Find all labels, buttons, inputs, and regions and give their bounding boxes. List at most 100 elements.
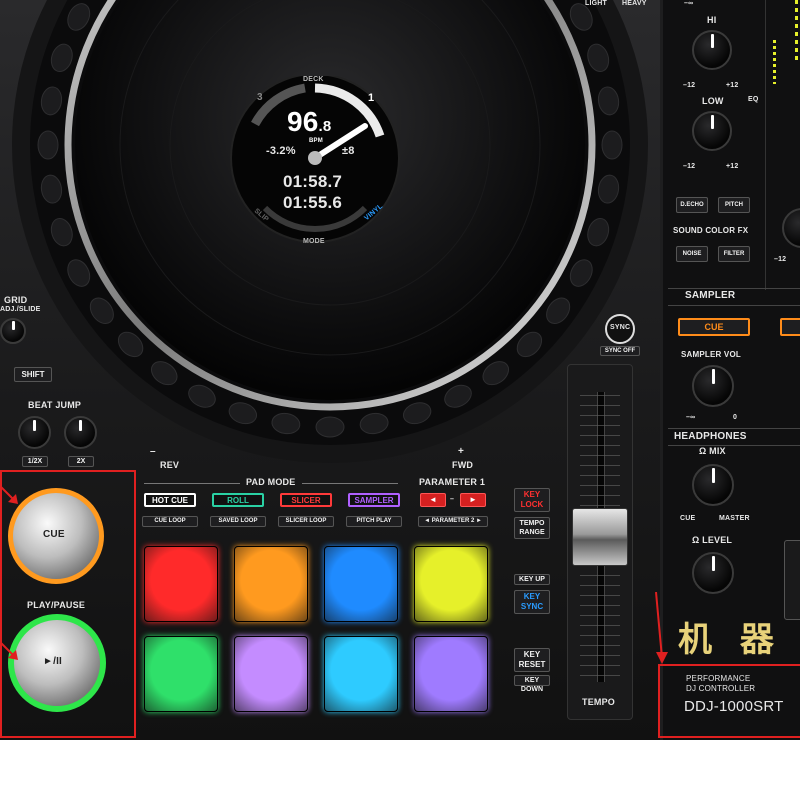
rev-minus: – <box>150 446 156 457</box>
grid-label: GRID <box>4 295 28 305</box>
headphones-master-label: MASTER <box>719 515 750 522</box>
sound-color-noise-button[interactable]: NOISE <box>676 246 708 262</box>
eq-label: EQ <box>748 96 759 103</box>
parameter1-label: PARAMETER 1 <box>419 477 486 487</box>
key-reset-button[interactable]: KEY RESET <box>514 648 550 672</box>
neg-inf-top-label: –∞ <box>684 0 694 7</box>
eq-hi-max: +12 <box>726 82 739 89</box>
annotation-arrow-cue <box>0 485 18 504</box>
rev-label: REV <box>160 460 180 470</box>
sound-color-fx-label: SOUND COLOR FX <box>673 226 749 235</box>
eq-hi-knob[interactable] <box>692 30 732 70</box>
eq-low-knob[interactable] <box>692 111 732 151</box>
bpm-value: 96.8 <box>287 106 331 138</box>
key-sync-button[interactable]: KEY SYNC <box>514 590 550 614</box>
sound-color-echo-button[interactable]: D.ECHO <box>676 197 708 213</box>
bpm-integer: 96 <box>287 106 319 137</box>
sync-off-label: SYNC OFF <box>600 346 640 356</box>
tempo-fader-handle[interactable] <box>572 508 628 566</box>
tempo-range-button[interactable]: TEMPO RANGE <box>514 517 550 539</box>
watermark-text: 机 器 <box>678 620 782 660</box>
eq-low-min: –12 <box>683 163 696 170</box>
input-selector-partial[interactable] <box>784 540 800 620</box>
light-label: LIGHT <box>585 0 607 7</box>
pad-mode-button-sampler[interactable]: SAMPLER <box>348 493 400 507</box>
jog-dimple <box>315 416 345 438</box>
mixer-rule-2 <box>668 305 800 306</box>
beat-jump-half-button[interactable] <box>18 416 51 449</box>
performance-pad[interactable] <box>234 636 308 712</box>
performance-pad[interactable] <box>324 636 398 712</box>
deck-label: DECK <box>303 76 324 83</box>
pad-mode-sub-label: SAVED LOOP <box>210 516 266 527</box>
fwd-plus: + <box>458 446 465 457</box>
remaining-time: 01:55.6 <box>283 193 343 212</box>
play-pause-glyph: ►/II <box>43 656 63 667</box>
performance-pad[interactable] <box>324 546 398 622</box>
sampler-vol-min: –∞ <box>686 414 696 421</box>
performance-pad[interactable] <box>144 546 218 622</box>
key-up-button[interactable]: KEY UP <box>514 574 550 585</box>
channel-meter-yellow <box>773 40 776 84</box>
headphones-mix-knob[interactable] <box>692 464 734 506</box>
sound-color-filter-button[interactable]: FILTER <box>718 246 750 262</box>
pad-mode-line <box>144 483 240 484</box>
performance-pad[interactable] <box>144 636 218 712</box>
fwd-label: FWD <box>452 460 474 470</box>
headphones-level-text: LEVEL <box>702 535 733 545</box>
sampler-cue-button-right[interactable] <box>780 318 800 336</box>
bpm-decimal: .8 <box>318 118 332 135</box>
headphones-mix-text: MIX <box>709 446 726 456</box>
right-edge-meter <box>795 0 798 60</box>
mode-label: MODE <box>303 238 325 245</box>
tempo-range-readout: ±8 <box>342 145 355 157</box>
pad-mode-button-slicer[interactable]: SLICER <box>280 493 332 507</box>
eq-low-max: +12 <box>726 163 739 170</box>
shift-button[interactable]: SHIFT <box>14 367 52 382</box>
eq-low-label: LOW <box>702 96 724 106</box>
play-pause-label: PLAY/PAUSE <box>27 600 86 610</box>
sampler-vol-max: 0 <box>733 414 738 421</box>
pad-mode-line-right <box>302 483 398 484</box>
beat-jump-double-button[interactable] <box>64 416 97 449</box>
parameter-left-button[interactable]: ◄ <box>420 493 446 507</box>
parameter-right-button[interactable]: ► <box>460 493 486 507</box>
pad-mode-button-hot-cue[interactable]: HOT CUE <box>144 493 196 507</box>
deck-num-left: 3 <box>257 92 263 103</box>
beat-jump-label: BEAT JUMP <box>28 400 82 410</box>
performance-pad[interactable] <box>414 636 488 712</box>
beat-jump-double-label: 2X <box>68 456 94 467</box>
eq-hi-min: –12 <box>683 82 696 89</box>
pad-mode-sub-label: CUE LOOP <box>142 516 198 527</box>
headphones-level-knob[interactable] <box>692 552 734 594</box>
grid-sub-label: ADJ./SLIDE <box>0 306 41 313</box>
deck-num-right: 1 <box>368 92 375 104</box>
tempo-fader-label: TEMPO <box>582 697 616 707</box>
sampler-vol-knob[interactable] <box>692 365 734 407</box>
performance-pad[interactable] <box>234 546 308 622</box>
sampler-cue-button[interactable]: CUE <box>678 318 750 336</box>
grid-adjust-button[interactable] <box>0 318 26 344</box>
mixer-rule-3 <box>668 428 800 429</box>
mixer-rule-4 <box>668 445 800 446</box>
headphones-label: HEADPHONES <box>674 431 747 442</box>
sampler-label: SAMPLER <box>685 290 736 301</box>
channel-divider <box>765 0 766 290</box>
eq-hi-label: HI <box>707 15 717 25</box>
key-down-button[interactable]: KEY DOWN <box>514 675 550 693</box>
heavy-label: HEAVY <box>622 0 647 7</box>
dj-controller-panel: DECK 3 1 96.8 BPM -3.2% ±8 01:58.7 01:55… <box>0 0 800 740</box>
sound-color-pitch-button[interactable]: PITCH <box>718 197 750 213</box>
mixer-rule-1 <box>668 288 800 289</box>
jog-display: DECK 3 1 96.8 BPM -3.2% ±8 01:58.7 01:55… <box>205 76 425 250</box>
parameter-dash: – <box>450 496 455 503</box>
performance-pad[interactable] <box>414 546 488 622</box>
pad-mode-button-roll[interactable]: ROLL <box>212 493 264 507</box>
sync-label: SYNC <box>610 324 631 331</box>
key-lock-button[interactable]: KEY LOCK <box>514 488 550 512</box>
jog-dimple <box>37 130 59 160</box>
beat-jump-half-label: 1/2X <box>22 456 48 467</box>
pad-mode-sub-label: SLICER LOOP <box>278 516 334 527</box>
tempo-percent: -3.2% <box>266 145 296 157</box>
annotation-arrow-play <box>0 641 18 660</box>
